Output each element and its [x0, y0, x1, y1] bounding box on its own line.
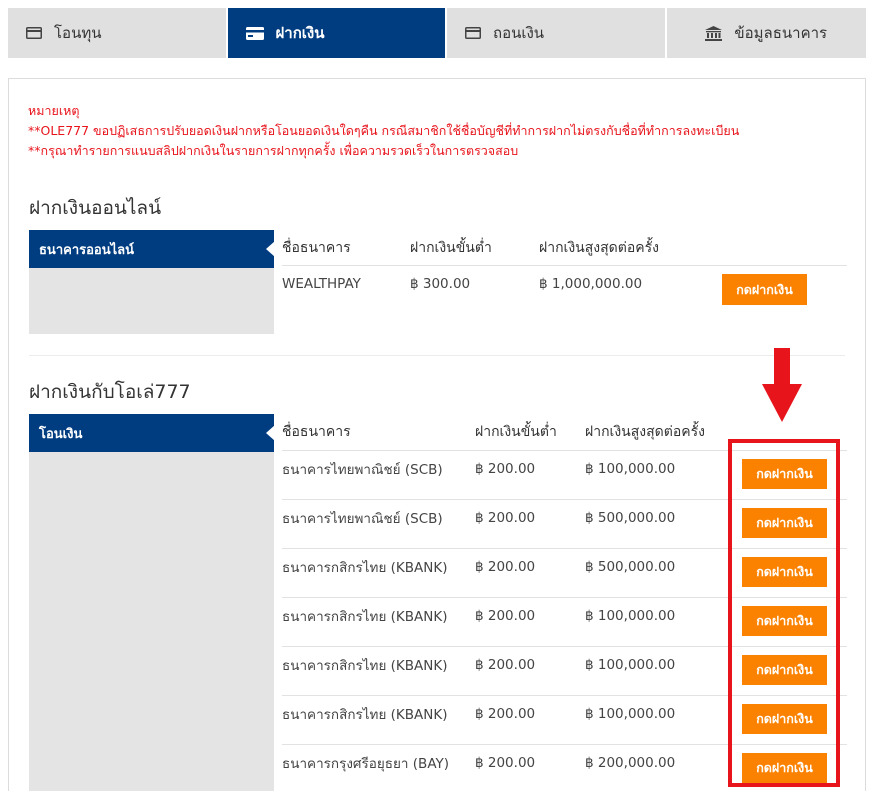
card-icon — [465, 27, 481, 39]
header-min: ฝากเงินขั้นต่ำ — [475, 424, 557, 440]
bank-name: ธนาคารกสิกรไทย (KBANK) — [282, 658, 448, 674]
card-icon — [245, 26, 264, 40]
bank-name: ธนาคารไทยพาณิชย์ (SCB) — [282, 511, 443, 527]
max-amount: ฿ 200,000.00 — [585, 755, 676, 771]
max-amount: ฿ 100,000.00 — [585, 608, 676, 624]
notice-line: **OLE777 ขอปฏิเสธการปรับยอดเงินฝากหรือโอ… — [28, 123, 740, 138]
highlight-frame — [728, 439, 840, 787]
tab-withdraw[interactable]: ถอนเงิน — [447, 8, 665, 58]
deposit-button[interactable]: กดฝากเงิน — [722, 274, 807, 305]
bank-name: ธนาคารกสิกรไทย (KBANK) — [282, 609, 448, 625]
min-amount: ฿ 300.00 — [410, 276, 471, 292]
online-side-panel: ธนาคารออนไลน์ — [29, 230, 275, 334]
bank-name: ธนาคารกสิกรไทย (KBANK) — [282, 707, 448, 723]
section-divider — [29, 355, 845, 356]
min-amount: ฿ 200.00 — [475, 510, 536, 526]
bank-name: ธนาคารไทยพาณิชย์ (SCB) — [282, 462, 443, 478]
min-amount: ฿ 200.00 — [475, 657, 536, 673]
red-down-arrow-icon — [762, 348, 802, 422]
tab-label: ข้อมูลธนาคาร — [734, 24, 828, 42]
header-min: ฝากเงินขั้นต่ำ — [410, 240, 492, 256]
bank-name: WEALTHPAY — [282, 276, 361, 292]
card-icon — [26, 27, 42, 39]
side-tab-transfer[interactable]: โอนเงิน — [29, 414, 275, 452]
max-amount: ฿ 1,000,000.00 — [539, 276, 643, 292]
section-title-transfer: ฝากเงินกับโอเล่777 — [29, 381, 191, 403]
notice-line: **กรุณาทำรายการแนบสลิปฝากเงินในรายการฝาก… — [28, 143, 519, 158]
min-amount: ฿ 200.00 — [475, 559, 536, 575]
notice-box: หมายเหตุ **OLE777 ขอปฏิเสธการปรับยอดเงิน… — [28, 101, 739, 161]
bank-name: ธนาคารกรุงศรีอยุธยา (BAY) — [282, 756, 450, 772]
tab-label: ถอนเงิน — [493, 24, 545, 42]
min-amount: ฿ 200.00 — [475, 608, 536, 624]
side-tab-online-bank[interactable]: ธนาคารออนไลน์ — [29, 230, 275, 268]
max-amount: ฿ 100,000.00 — [585, 706, 676, 722]
min-amount: ฿ 200.00 — [475, 755, 536, 771]
bank-name: ธนาคารกสิกรไทย (KBANK) — [282, 560, 448, 576]
header-max: ฝากเงินสูงสุดต่อครั้ง — [539, 240, 659, 256]
tab-bar: โอนทุน ฝากเงิน ถอนเงิน ข้อมูลธนาคาร — [8, 8, 866, 58]
section-title-online: ฝากเงินออนไลน์ — [29, 197, 162, 219]
bank-icon — [705, 25, 723, 41]
notice-heading: หมายเหตุ — [28, 103, 80, 118]
tab-transfer-funds[interactable]: โอนทุน — [8, 8, 226, 58]
max-amount: ฿ 100,000.00 — [585, 657, 676, 673]
max-amount: ฿ 500,000.00 — [585, 559, 676, 575]
tab-deposit[interactable]: ฝากเงิน — [227, 8, 445, 58]
transfer-side-panel: โอนเงิน — [29, 414, 275, 791]
max-amount: ฿ 500,000.00 — [585, 510, 676, 526]
header-bank: ชื่อธนาคาร — [282, 240, 351, 256]
tab-label: ฝากเงิน — [275, 24, 325, 42]
tab-label: โอนทุน — [54, 24, 102, 42]
min-amount: ฿ 200.00 — [475, 461, 536, 477]
table-header: ชื่อธนาคาร ฝากเงินขั้นต่ำ ฝากเงินสูงสุดต… — [282, 230, 847, 266]
header-max: ฝากเงินสูงสุดต่อครั้ง — [585, 424, 705, 440]
header-bank: ชื่อธนาคาร — [282, 424, 351, 440]
tab-bank-info[interactable]: ข้อมูลธนาคาร — [666, 8, 866, 58]
max-amount: ฿ 100,000.00 — [585, 461, 676, 477]
min-amount: ฿ 200.00 — [475, 706, 536, 722]
